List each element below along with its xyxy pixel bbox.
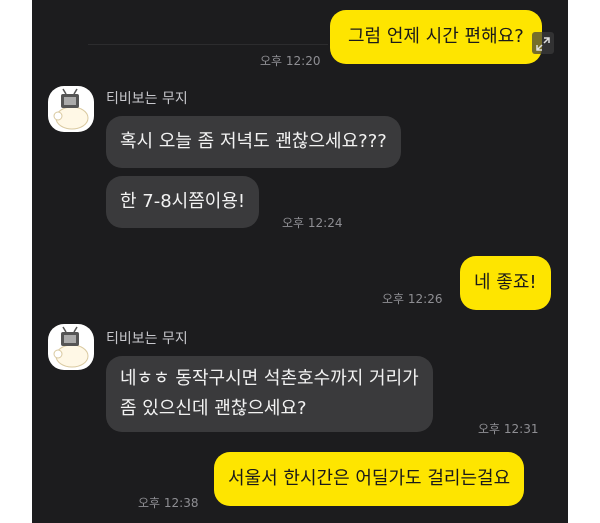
message-text: 혹시 오늘 좀 저녁도 괜찮으세요??? (120, 131, 387, 152)
message-text: 그럼 언제 시간 편해요? (348, 26, 524, 47)
message-bubble-outgoing[interactable]: 서울서 한시간은 어딜가도 걸리는걸요 (214, 452, 525, 506)
divider (88, 44, 328, 45)
message-bubble-outgoing[interactable]: 그럼 언제 시간 편해요? (330, 10, 542, 64)
message-bubble-incoming[interactable]: 한 7-8시쯤이용! (106, 176, 260, 228)
message-bubble-incoming[interactable]: 혹시 오늘 좀 저녁도 괜찮으세요??? (106, 116, 401, 168)
message-text: 서울서 한시간은 어딜가도 걸리는걸요 (228, 468, 511, 489)
message-text: 한 7-8시쯤이용! (120, 191, 246, 212)
message-time: 오후 12:20 (260, 54, 321, 68)
message-bubble-outgoing[interactable]: 네 좋죠! (460, 256, 551, 310)
message-time: 오후 12:31 (478, 422, 539, 436)
message-text-line: 좀 있으신데 괜찮으세요? (120, 398, 307, 419)
contact-avatar[interactable] (48, 324, 94, 370)
message-text: 네 좋죠! (474, 272, 537, 293)
chat-window: 그럼 언제 시간 편해요? 오후 12:20 티비보는 무지 혹시 오늘 좀 저… (32, 0, 568, 523)
expand-icon[interactable] (532, 32, 554, 54)
message-bubble-incoming[interactable]: 네ㅎㅎ 동작구시면 석촌호수까지 거리가 좀 있으신데 괜찮으세요? (106, 356, 433, 432)
contact-name: 티비보는 무지 (106, 91, 188, 107)
message-time: 오후 12:24 (282, 216, 343, 230)
message-text-line: 네ㅎㅎ 동작구시면 석촌호수까지 거리가 (120, 368, 419, 389)
contact-avatar[interactable] (48, 86, 94, 132)
message-time: 오후 12:26 (382, 292, 443, 306)
contact-name: 티비보는 무지 (106, 331, 188, 347)
message-time: 오후 12:38 (138, 496, 199, 510)
